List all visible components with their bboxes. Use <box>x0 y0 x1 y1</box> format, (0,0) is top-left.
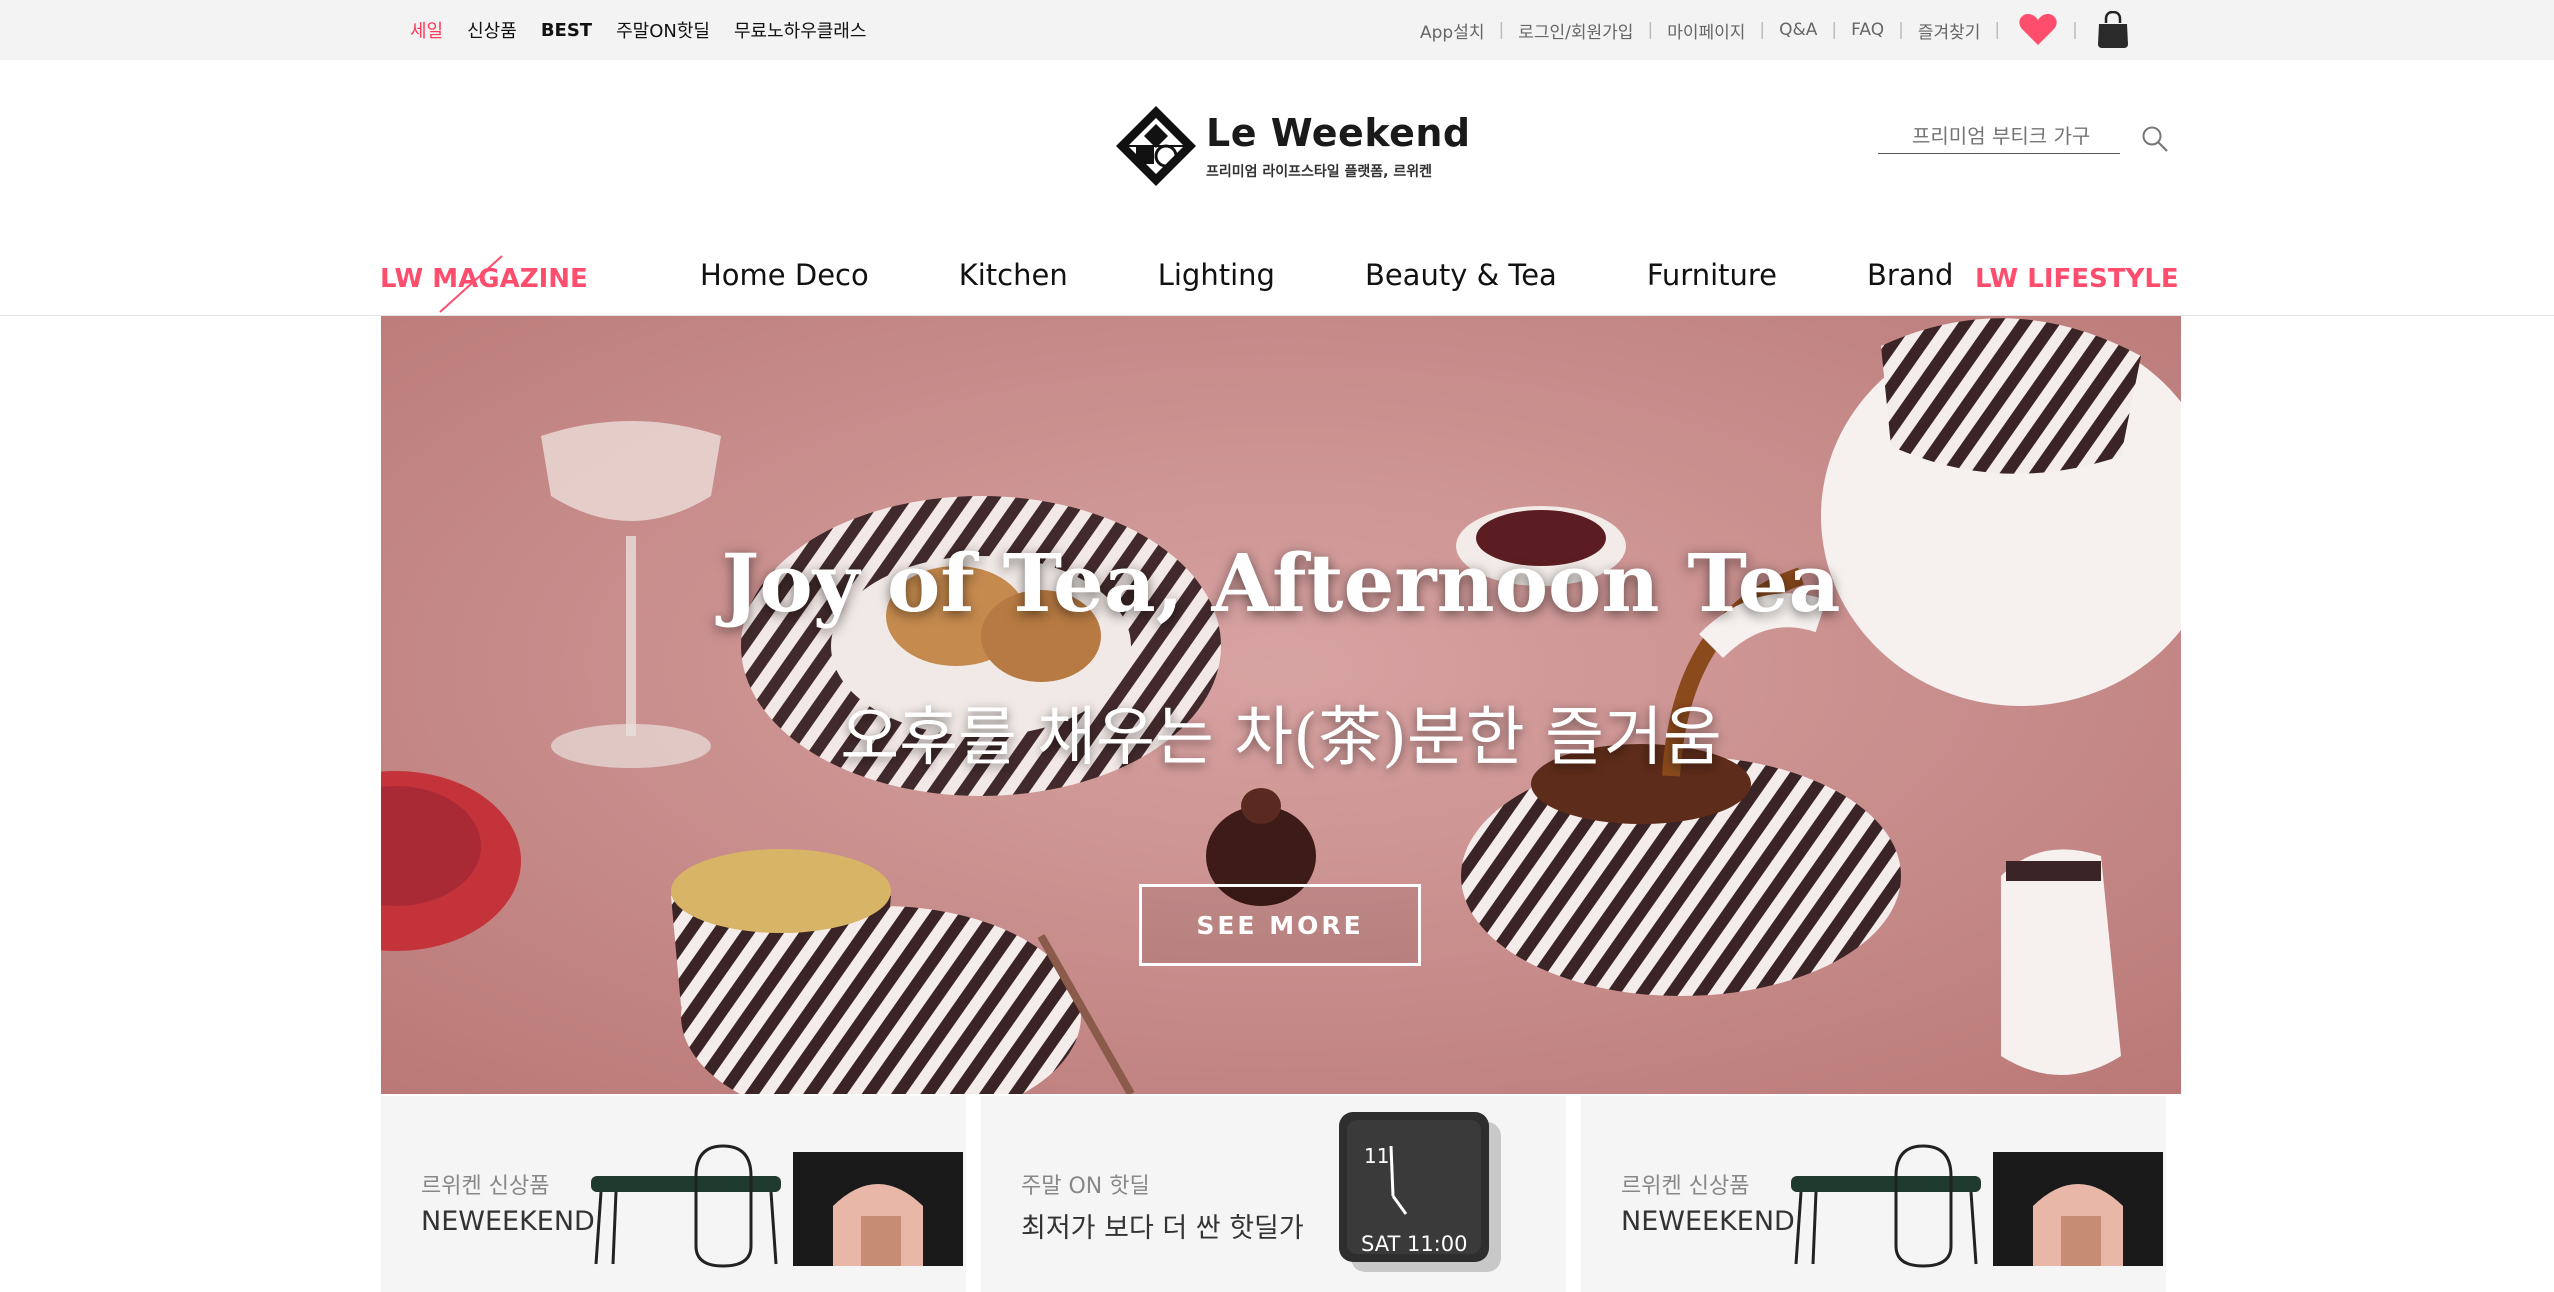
nav-lw-lifestyle[interactable]: LW LIFESTYLE <box>1975 264 2179 294</box>
top-link-bookmark[interactable]: 즐겨찾기 <box>1918 18 1981 43</box>
top-utility-bar: 세일 신상품 BEST 주말ON핫딜 무료노하우클래스 App설치 | 로그인/회… <box>0 0 2554 60</box>
promo-card-new-products[interactable]: 르위켄 신상품 NEWEEKEND <box>381 1096 966 1292</box>
logo-title: Le Weekend <box>1206 111 1471 155</box>
promo-heading: 최저가 보다 더 싼 핫딜가 <box>1021 1213 1304 1244</box>
divider: | <box>1759 20 1766 40</box>
promo-cards: 르위켄 신상품 NEWEEKEND 11 SAT 11:00 주말 ON 핫딜 … <box>381 1096 2181 1292</box>
top-link-login[interactable]: 로그인/회원가입 <box>1518 18 1633 43</box>
see-more-button[interactable]: SEE MORE <box>1139 884 1421 966</box>
promo-caption: 르위켄 신상품 <box>421 1174 550 1199</box>
hero-banner[interactable]: Joy of Tea, Afternoon Tea 오후를 채우는 차(茶)분한… <box>381 316 2181 1094</box>
top-link-best[interactable]: BEST <box>541 20 592 41</box>
shopping-bag-icon[interactable] <box>2096 11 2130 49</box>
clock-time-label: SAT 11:00 <box>1361 1232 1468 1256</box>
hero-subtitle: 오후를 채우는 차(茶)분한 즐거움 <box>840 701 1722 775</box>
nav-lw-magazine[interactable]: LW MAGAZINE <box>380 264 588 294</box>
top-link-free-class[interactable]: 무료노하우클래스 <box>734 17 866 43</box>
promo-heading: NEWEEKEND <box>421 1206 595 1237</box>
divider: | <box>1831 20 1838 40</box>
top-link-new-products[interactable]: 신상품 <box>467 17 517 43</box>
site-logo[interactable]: Le Weekend 프리미엄 라이프스타일 플랫폼, 르위켄 <box>1114 104 1471 188</box>
logo-text: Le Weekend 프리미엄 라이프스타일 플랫폼, 르위켄 <box>1206 111 1471 181</box>
top-link-sale[interactable]: 세일 <box>410 17 443 43</box>
clock-hour-label: 11 <box>1364 1144 1390 1168</box>
heart-icon[interactable] <box>2018 13 2058 47</box>
divider: | <box>1994 20 2001 40</box>
logo-mark-icon <box>1116 106 1196 186</box>
top-link-faq[interactable]: FAQ <box>1851 20 1884 40</box>
nav-menu: Home Deco Kitchen Lighting Beauty & Tea … <box>700 258 2043 292</box>
nav-item-beauty-tea[interactable]: Beauty & Tea <box>1365 258 1557 292</box>
top-left-links: 세일 신상품 BEST 주말ON핫딜 무료노하우클래스 <box>410 0 866 60</box>
top-right-links: App설치 | 로그인/회원가입 | 마이페이지 | Q&A | FAQ | 즐겨찾기 | … <box>1420 0 2130 60</box>
promo-card-new-products-2[interactable]: 르위켄 신상품 NEWEEKEND <box>1581 1096 2166 1292</box>
top-link-mypage[interactable]: 마이페이지 <box>1667 18 1745 43</box>
promo-caption: 르위켄 신상품 <box>1621 1174 1750 1199</box>
search-box <box>1878 118 2168 158</box>
hero-title: Joy of Tea, Afternoon Tea <box>721 536 1841 630</box>
top-link-app-install[interactable]: App설치 <box>1420 18 1485 43</box>
top-link-weekend-hotdeal[interactable]: 주말ON핫딜 <box>616 17 710 43</box>
divider: | <box>2072 20 2078 40</box>
promo-heading: NEWEEKEND <box>1621 1206 1795 1237</box>
promo-caption: 주말 ON 핫딜 <box>1021 1174 1150 1199</box>
divider: | <box>1898 20 1904 40</box>
search-input[interactable] <box>1878 118 2120 154</box>
promo-card-weekend-hotdeal[interactable]: 11 SAT 11:00 주말 ON 핫딜 최저가 보다 더 싼 핫딜가 <box>981 1096 1566 1292</box>
nav-item-home-deco[interactable]: Home Deco <box>700 258 869 292</box>
logo-subtitle: 프리미엄 라이프스타일 플랫폼, 르위켄 <box>1206 164 1433 180</box>
nav-item-brand[interactable]: Brand <box>1867 258 1953 292</box>
nav-item-kitchen[interactable]: Kitchen <box>959 258 1068 292</box>
top-link-qna[interactable]: Q&A <box>1779 20 1817 40</box>
nav-item-lighting[interactable]: Lighting <box>1158 258 1275 292</box>
main-navigation: LW MAGAZINE Home Deco Kitchen Lighting B… <box>0 240 2554 316</box>
divider: | <box>1647 20 1654 40</box>
search-icon[interactable] <box>2140 124 2170 154</box>
nav-item-furniture[interactable]: Furniture <box>1647 258 1777 292</box>
divider: | <box>1498 20 1505 40</box>
